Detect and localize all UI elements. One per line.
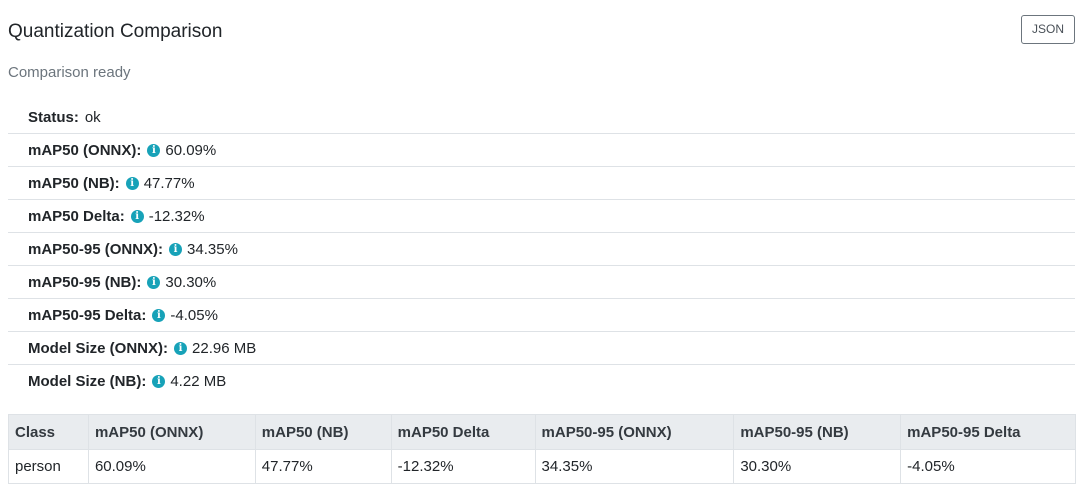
metric-value: 22.96 MB [192,339,257,357]
column-header-class: Class [8,414,89,450]
metric-label: mAP50 (NB): [28,174,120,192]
table-cell-map50-nb: 47.77% [254,449,392,484]
info-icon[interactable]: i [147,275,161,289]
info-icon[interactable]: i [147,143,161,157]
info-icon[interactable]: i [152,308,166,322]
column-header-map50-onnx: mAP50 (ONNX) [87,414,256,450]
table-cell-map50-95-onnx: 34.35% [534,449,735,484]
metric-row-model-size-onnx: Model Size (ONNX): i 22.96 MB [8,332,1075,365]
metric-value: 60.09% [165,141,217,159]
metric-value: -4.05% [170,306,218,324]
summary-metrics-list: Status: ok mAP50 (ONNX): i 60.09% mAP50 … [8,101,1075,398]
info-icon[interactable]: i [169,242,183,256]
metric-value: 34.35% [187,240,238,258]
page-header: Quantization Comparison JSON [0,0,1089,60]
metric-row-status: Status: ok [8,101,1075,134]
column-header-map50-delta: mAP50 Delta [390,414,536,450]
table-cell-map50-95-nb: 30.30% [733,449,902,484]
metric-row-map50-95-nb: mAP50-95 (NB): i 30.30% [8,266,1075,299]
metric-value: 4.22 MB [170,373,227,390]
table-cell-map50-onnx: 60.09% [87,449,256,484]
metric-label: mAP50-95 (NB): [28,273,142,291]
metric-value: 47.77% [143,174,195,192]
json-button[interactable]: JSON [1021,15,1075,44]
table-cell-class: person [8,449,89,484]
metric-value: ok [84,108,101,126]
info-icon[interactable]: i [152,375,166,388]
info-icon[interactable]: i [130,209,144,223]
metric-value: -12.32% [148,207,205,225]
metric-row-map50-nb: mAP50 (NB): i 47.77% [8,167,1075,200]
column-header-map50-95-nb: mAP50-95 (NB) [733,414,902,450]
metric-label: mAP50 Delta: [28,207,125,225]
metric-label: mAP50-95 (ONNX): [28,240,164,258]
metric-row-map50-95-delta: mAP50-95 Delta: i -4.05% [8,299,1075,332]
metric-label: Status: [28,108,79,126]
metric-label: Model Size (ONNX): [28,339,169,357]
page-title: Quantization Comparison [8,21,223,42]
column-header-map50-95-delta: mAP50-95 Delta [900,414,1076,450]
table-row: person 60.09% 47.77% -12.32% 34.35% 30.3… [8,449,1076,484]
column-header-map50-95-onnx: mAP50-95 (ONNX) [534,414,735,450]
metric-row-map50-95-onnx: mAP50-95 (ONNX): i 34.35% [8,233,1075,266]
table-cell-map50-95-delta: -4.05% [900,449,1076,484]
metric-row-map50-delta: mAP50 Delta: i -12.32% [8,200,1075,233]
metric-value: 30.30% [165,273,217,291]
comparison-status-text: Comparison ready [8,64,131,81]
metric-row-model-size-nb: Model Size (NB): i 4.22 MB [8,365,1075,398]
info-icon[interactable]: i [174,341,188,355]
table-header-row: Class mAP50 (ONNX) mAP50 (NB) mAP50 Delt… [8,414,1076,450]
metric-row-map50-onnx: mAP50 (ONNX): i 60.09% [8,134,1075,167]
column-header-map50-nb: mAP50 (NB) [254,414,392,450]
metric-label: Model Size (NB): [28,373,147,390]
info-icon[interactable]: i [125,176,139,190]
metric-label: mAP50 (ONNX): [28,141,142,159]
per-class-table: Class mAP50 (ONNX) mAP50 (NB) mAP50 Delt… [8,414,1076,484]
metric-label: mAP50-95 Delta: [28,306,147,324]
table-cell-map50-delta: -12.32% [390,449,536,484]
